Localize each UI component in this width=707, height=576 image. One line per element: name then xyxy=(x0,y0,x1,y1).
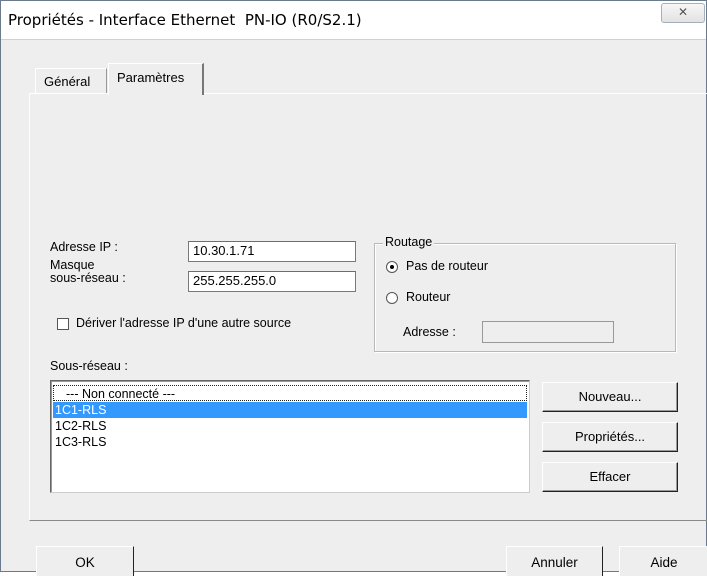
properties-dialog: Propriétés - Interface Ethernet PN-IO (R… xyxy=(0,0,707,576)
subnet-label: Sous-réseau : xyxy=(50,359,128,373)
delete-subnet-label: Effacer xyxy=(589,469,631,484)
window-title: Propriétés - Interface Ethernet PN-IO (R… xyxy=(8,11,362,29)
router-radio[interactable] xyxy=(386,292,398,304)
radio-selected-dot xyxy=(390,265,394,269)
subnet-mask-value: 255.255.255.0 xyxy=(193,273,277,288)
new-subnet-button[interactable]: Nouveau... xyxy=(542,382,678,412)
ok-label: OK xyxy=(75,555,95,570)
tab-general-label: Général xyxy=(44,74,91,89)
subnet-properties-button[interactable]: Propriétés... xyxy=(542,422,678,452)
list-item[interactable]: 1C1-RLS xyxy=(53,402,527,418)
ip-address-label: Adresse IP : xyxy=(50,240,118,254)
list-item[interactable]: 1C2-RLS xyxy=(53,418,527,434)
tab-general[interactable]: Général xyxy=(35,68,107,93)
subnet-properties-label: Propriétés... xyxy=(574,429,646,444)
delete-subnet-button[interactable]: Effacer xyxy=(542,462,678,492)
list-item[interactable]: 1C3-RLS xyxy=(53,434,527,450)
tab-parametres-label: Paramètres xyxy=(117,70,185,85)
subnet-mask-input[interactable]: 255.255.255.0 xyxy=(188,271,356,292)
router-address-input[interactable] xyxy=(482,321,614,343)
subnet-mask-label-line1: Masque xyxy=(50,258,95,272)
close-icon: ✕ xyxy=(677,5,689,19)
tab-parametres[interactable]: Paramètres xyxy=(108,63,204,95)
ip-address-input[interactable]: 10.30.1.71 xyxy=(188,241,356,262)
no-router-label: Pas de routeur xyxy=(406,259,488,273)
close-button[interactable]: ✕ xyxy=(661,3,705,23)
derive-ip-checkbox[interactable] xyxy=(57,318,69,330)
list-item[interactable]: --- Non connecté --- xyxy=(53,385,527,401)
router-address-label: Adresse : xyxy=(403,325,456,339)
subnet-listbox[interactable]: --- Non connecté --- 1C1-RLS 1C2-RLS 1C3… xyxy=(50,380,530,493)
no-router-radio[interactable] xyxy=(386,261,398,273)
router-label: Routeur xyxy=(406,290,451,304)
title-bar[interactable]: Propriétés - Interface Ethernet PN-IO (R… xyxy=(1,1,706,40)
derive-ip-label: Dériver l'adresse IP d'une autre source xyxy=(76,316,292,330)
cancel-label: Annuler xyxy=(531,555,578,570)
help-label: Aide xyxy=(650,555,678,570)
routing-group-legend: Routage xyxy=(383,235,435,249)
subnet-mask-label-line2: sous-réseau : xyxy=(50,271,126,285)
ip-address-value: 10.30.1.71 xyxy=(193,243,255,258)
new-subnet-label: Nouveau... xyxy=(578,389,642,404)
